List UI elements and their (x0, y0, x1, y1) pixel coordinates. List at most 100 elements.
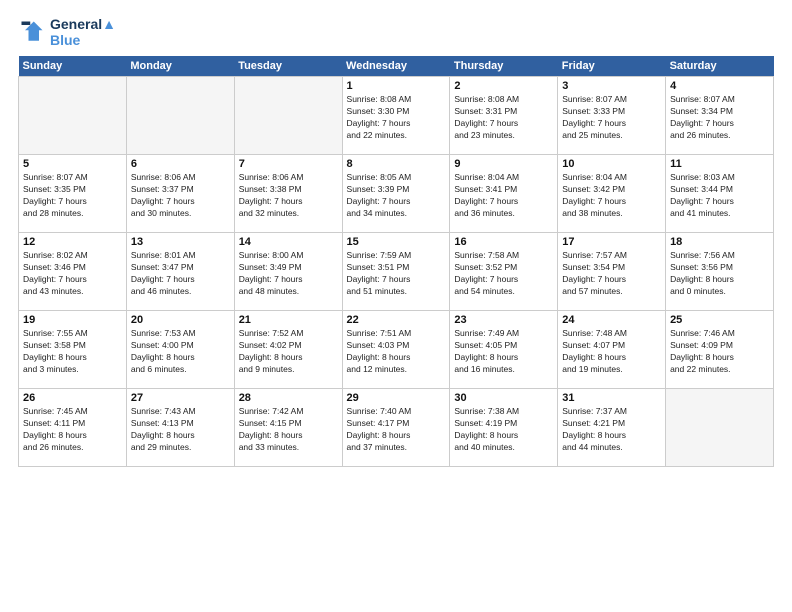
day-number: 27 (131, 392, 230, 404)
calendar: SundayMondayTuesdayWednesdayThursdayFrid… (18, 56, 774, 467)
day-header-monday: Monday (126, 56, 234, 77)
day-cell-18: 18 Sunrise: 7:56 AM Sunset: 3:56 PM Dayli… (666, 233, 774, 311)
day-info: Sunrise: 7:57 AM Sunset: 3:54 PM Dayligh… (562, 250, 661, 298)
day-header-friday: Friday (558, 56, 666, 77)
empty-cell (126, 77, 234, 155)
day-number: 17 (562, 236, 661, 248)
day-number: 7 (239, 158, 338, 170)
day-number: 1 (347, 80, 446, 92)
day-number: 23 (454, 314, 553, 326)
day-number: 8 (347, 158, 446, 170)
logo-text: General▲ Blue (50, 16, 116, 48)
day-cell-20: 20 Sunrise: 7:53 AM Sunset: 4:00 PM Dayli… (126, 311, 234, 389)
day-info: Sunrise: 7:46 AM Sunset: 4:09 PM Dayligh… (670, 328, 769, 376)
day-cell-31: 31 Sunrise: 7:37 AM Sunset: 4:21 PM Dayli… (558, 389, 666, 467)
day-info: Sunrise: 8:08 AM Sunset: 3:30 PM Dayligh… (347, 94, 446, 142)
day-info: Sunrise: 7:40 AM Sunset: 4:17 PM Dayligh… (347, 406, 446, 454)
day-cell-12: 12 Sunrise: 8:02 AM Sunset: 3:46 PM Dayli… (19, 233, 127, 311)
logo: General▲ Blue (18, 16, 116, 48)
page: General▲ Blue SundayMondayTuesdayWednesd… (0, 0, 792, 612)
day-cell-28: 28Sunrise: 7:42 AM Sunset: 4:15 PM Dayli… (234, 389, 342, 467)
day-number: 30 (454, 392, 553, 404)
day-number: 4 (670, 80, 769, 92)
day-header-saturday: Saturday (666, 56, 774, 77)
day-cell-19: 19 Sunrise: 7:55 AM Sunset: 3:58 PM Dayli… (19, 311, 127, 389)
day-header-sunday: Sunday (19, 56, 127, 77)
day-info: Sunrise: 7:45 AM Sunset: 4:11 PM Dayligh… (23, 406, 122, 454)
day-info: Sunrise: 7:59 AM Sunset: 3:51 PM Dayligh… (347, 250, 446, 298)
day-cell-11: 11 Sunrise: 8:03 AM Sunset: 3:44 PM Dayli… (666, 155, 774, 233)
day-info: Sunrise: 8:02 AM Sunset: 3:46 PM Dayligh… (23, 250, 122, 298)
day-cell-30: 30 Sunrise: 7:38 AM Sunset: 4:19 PM Dayli… (450, 389, 558, 467)
day-number: 20 (131, 314, 230, 326)
day-cell-14: 14 Sunrise: 8:00 AM Sunset: 3:49 PM Dayli… (234, 233, 342, 311)
day-cell-5: 5 Sunrise: 8:07 AM Sunset: 3:35 PM Daylig… (19, 155, 127, 233)
day-cell-1: 1 Sunrise: 8:08 AM Sunset: 3:30 PM Daylig… (342, 77, 450, 155)
day-info: Sunrise: 7:58 AM Sunset: 3:52 PM Dayligh… (454, 250, 553, 298)
day-cell-27: 27Sunrise: 7:43 AM Sunset: 4:13 PM Dayli… (126, 389, 234, 467)
day-info: Sunrise: 8:03 AM Sunset: 3:44 PM Dayligh… (670, 172, 769, 220)
day-info: Sunrise: 8:07 AM Sunset: 3:33 PM Dayligh… (562, 94, 661, 142)
day-info: Sunrise: 8:01 AM Sunset: 3:47 PM Dayligh… (131, 250, 230, 298)
day-cell-2: 2 Sunrise: 8:08 AM Sunset: 3:31 PM Daylig… (450, 77, 558, 155)
day-info: Sunrise: 7:55 AM Sunset: 3:58 PM Dayligh… (23, 328, 122, 376)
day-cell-21: 21 Sunrise: 7:52 AM Sunset: 4:02 PM Dayli… (234, 311, 342, 389)
empty-cell (234, 77, 342, 155)
day-info: Sunrise: 7:49 AM Sunset: 4:05 PM Dayligh… (454, 328, 553, 376)
day-number: 18 (670, 236, 769, 248)
day-info: Sunrise: 7:52 AM Sunset: 4:02 PM Dayligh… (239, 328, 338, 376)
day-cell-29: 29 Sunrise: 7:40 AM Sunset: 4:17 PM Dayli… (342, 389, 450, 467)
day-number: 5 (23, 158, 122, 170)
day-info: Sunrise: 8:06 AM Sunset: 3:38 PM Dayligh… (239, 172, 338, 220)
day-cell-9: 9Sunrise: 8:04 AM Sunset: 3:41 PM Daylig… (450, 155, 558, 233)
day-number: 22 (347, 314, 446, 326)
empty-cell (19, 77, 127, 155)
week-row-5: 26Sunrise: 7:45 AM Sunset: 4:11 PM Dayli… (19, 389, 774, 467)
day-cell-25: 25 Sunrise: 7:46 AM Sunset: 4:09 PM Dayli… (666, 311, 774, 389)
day-number: 13 (131, 236, 230, 248)
day-info: Sunrise: 7:53 AM Sunset: 4:00 PM Dayligh… (131, 328, 230, 376)
day-number: 10 (562, 158, 661, 170)
day-header-wednesday: Wednesday (342, 56, 450, 77)
week-row-2: 5 Sunrise: 8:07 AM Sunset: 3:35 PM Daylig… (19, 155, 774, 233)
day-cell-26: 26Sunrise: 7:45 AM Sunset: 4:11 PM Dayli… (19, 389, 127, 467)
day-header-tuesday: Tuesday (234, 56, 342, 77)
day-cell-6: 6Sunrise: 8:06 AM Sunset: 3:37 PM Daylig… (126, 155, 234, 233)
day-info: Sunrise: 8:00 AM Sunset: 3:49 PM Dayligh… (239, 250, 338, 298)
day-info: Sunrise: 7:48 AM Sunset: 4:07 PM Dayligh… (562, 328, 661, 376)
day-number: 6 (131, 158, 230, 170)
day-cell-22: 22 Sunrise: 7:51 AM Sunset: 4:03 PM Dayli… (342, 311, 450, 389)
day-info: Sunrise: 7:38 AM Sunset: 4:19 PM Dayligh… (454, 406, 553, 454)
day-number: 29 (347, 392, 446, 404)
day-cell-10: 10Sunrise: 8:04 AM Sunset: 3:42 PM Dayli… (558, 155, 666, 233)
day-cell-23: 23 Sunrise: 7:49 AM Sunset: 4:05 PM Dayli… (450, 311, 558, 389)
day-number: 14 (239, 236, 338, 248)
day-cell-8: 8 Sunrise: 8:05 AM Sunset: 3:39 PM Daylig… (342, 155, 450, 233)
day-number: 21 (239, 314, 338, 326)
day-cell-24: 24Sunrise: 7:48 AM Sunset: 4:07 PM Dayli… (558, 311, 666, 389)
day-info: Sunrise: 7:42 AM Sunset: 4:15 PM Dayligh… (239, 406, 338, 454)
day-info: Sunrise: 7:51 AM Sunset: 4:03 PM Dayligh… (347, 328, 446, 376)
day-info: Sunrise: 8:05 AM Sunset: 3:39 PM Dayligh… (347, 172, 446, 220)
day-info: Sunrise: 7:56 AM Sunset: 3:56 PM Dayligh… (670, 250, 769, 298)
day-info: Sunrise: 8:07 AM Sunset: 3:35 PM Dayligh… (23, 172, 122, 220)
week-row-1: 1 Sunrise: 8:08 AM Sunset: 3:30 PM Daylig… (19, 77, 774, 155)
day-number: 9 (454, 158, 553, 170)
day-info: Sunrise: 7:37 AM Sunset: 4:21 PM Dayligh… (562, 406, 661, 454)
day-info: Sunrise: 8:07 AM Sunset: 3:34 PM Dayligh… (670, 94, 769, 142)
day-number: 19 (23, 314, 122, 326)
day-header-thursday: Thursday (450, 56, 558, 77)
day-info: Sunrise: 8:08 AM Sunset: 3:31 PM Dayligh… (454, 94, 553, 142)
header: General▲ Blue (18, 16, 774, 48)
day-number: 2 (454, 80, 553, 92)
day-cell-13: 13 Sunrise: 8:01 AM Sunset: 3:47 PM Dayli… (126, 233, 234, 311)
day-cell-15: 15Sunrise: 7:59 AM Sunset: 3:51 PM Dayli… (342, 233, 450, 311)
day-number: 11 (670, 158, 769, 170)
week-row-4: 19 Sunrise: 7:55 AM Sunset: 3:58 PM Dayli… (19, 311, 774, 389)
day-number: 25 (670, 314, 769, 326)
day-number: 12 (23, 236, 122, 248)
empty-cell (666, 389, 774, 467)
day-number: 31 (562, 392, 661, 404)
header-row: SundayMondayTuesdayWednesdayThursdayFrid… (19, 56, 774, 77)
day-cell-3: 3Sunrise: 8:07 AM Sunset: 3:33 PM Daylig… (558, 77, 666, 155)
